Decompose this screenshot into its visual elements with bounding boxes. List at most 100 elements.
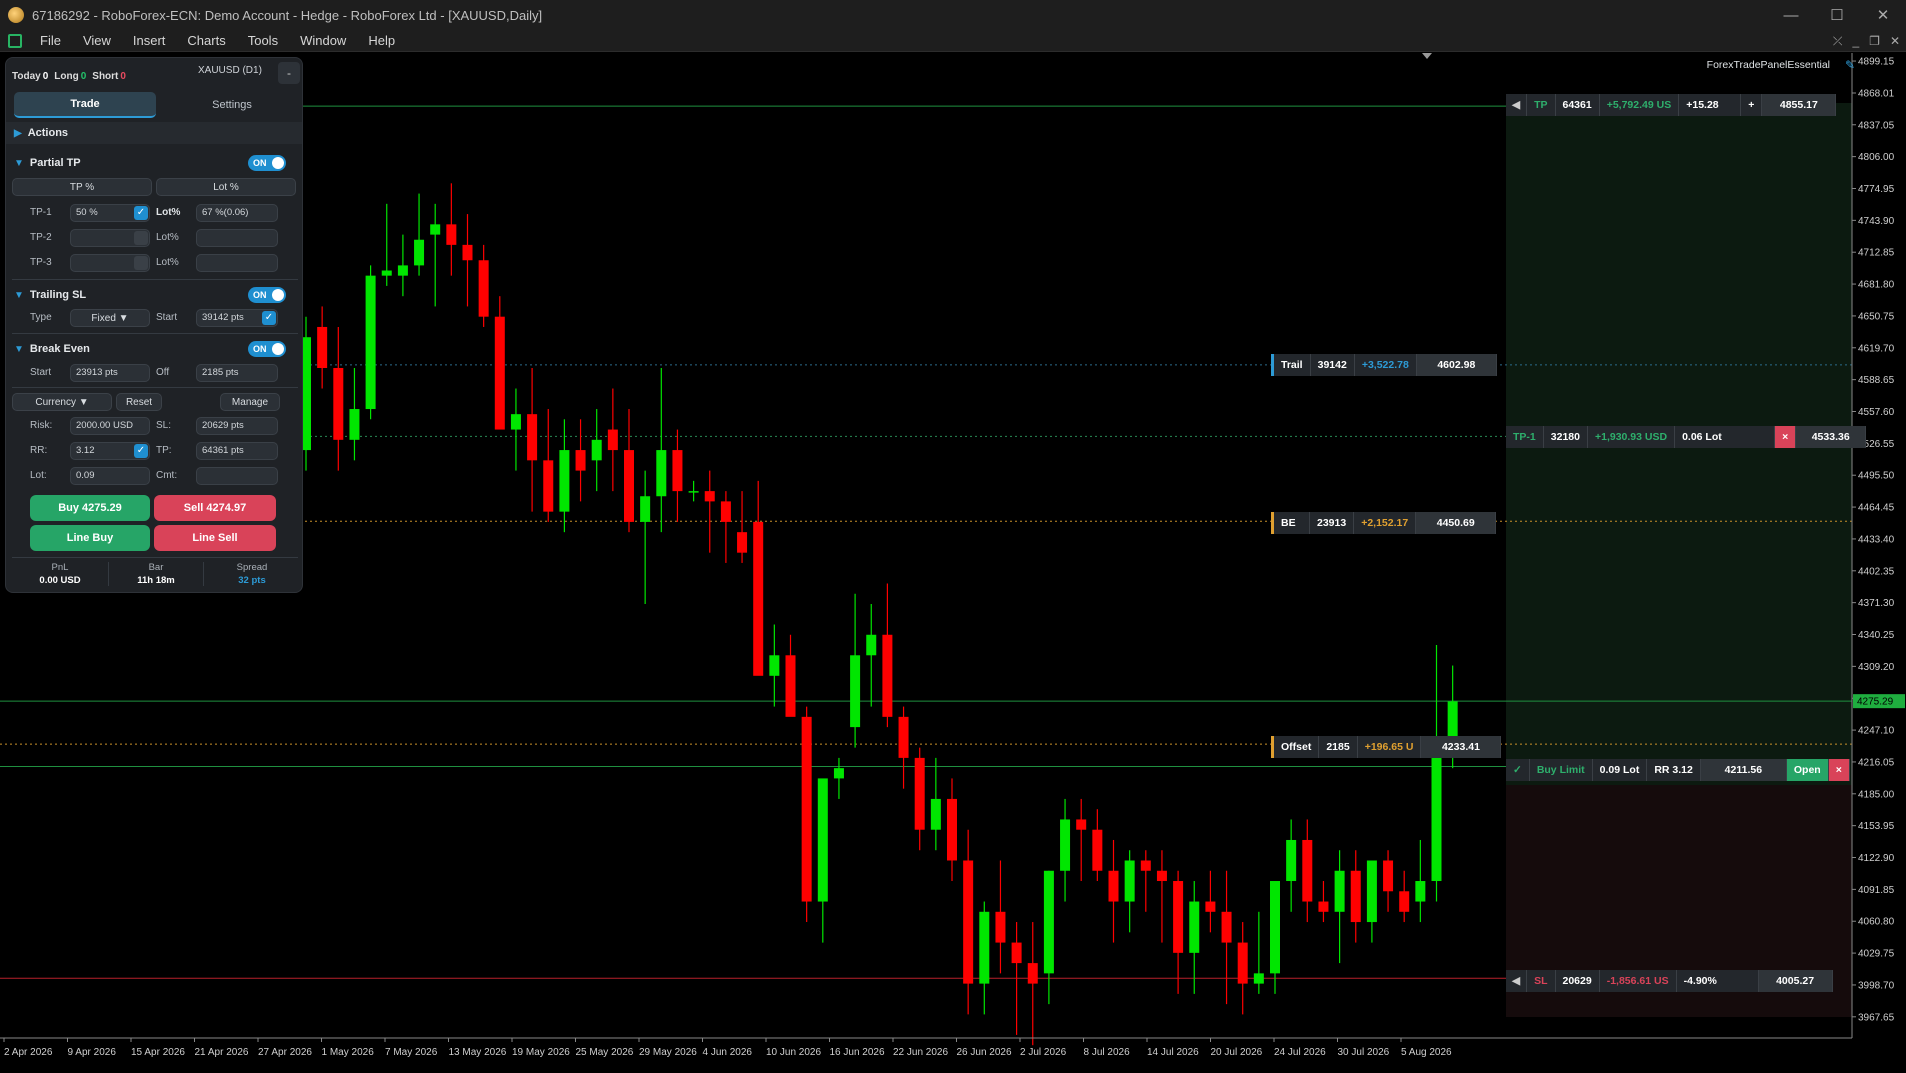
- trailing-sl-section[interactable]: ▼ Trailing SL ON: [6, 284, 302, 306]
- line-buy-button[interactable]: Line Buy: [30, 525, 150, 551]
- pin-icon[interactable]: ⤫: [1833, 34, 1843, 49]
- lot-input[interactable]: 0.09: [70, 467, 150, 485]
- trail-level-label[interactable]: Trail 39142 +3,522.78 4602.98: [1271, 354, 1497, 376]
- candle-body: [446, 224, 457, 245]
- tab-settings[interactable]: Settings: [161, 92, 302, 118]
- tp1-checkbox[interactable]: ✓: [134, 206, 148, 220]
- buy-button[interactable]: Buy 4275.29: [30, 495, 150, 521]
- trail-start-checkbox[interactable]: ✓: [262, 311, 276, 325]
- x-tick-label: 13 May 2026: [449, 1047, 507, 1058]
- candle-body: [850, 655, 861, 728]
- menu-window[interactable]: Window: [292, 33, 360, 48]
- open-order-button[interactable]: Open: [1786, 759, 1829, 781]
- menu-file[interactable]: File: [32, 33, 75, 48]
- candle-body: [333, 367, 344, 440]
- candle-body: [882, 634, 893, 717]
- menu-insert[interactable]: Insert: [125, 33, 180, 48]
- collapse-sl-icon[interactable]: ◀: [1506, 970, 1528, 992]
- reset-button[interactable]: Reset: [116, 393, 162, 411]
- tp2-lot-input[interactable]: [196, 229, 278, 247]
- minimize-panel-button[interactable]: -: [278, 62, 300, 84]
- break-even-section[interactable]: ▼ Break Even ON: [6, 338, 302, 360]
- candle-body: [414, 239, 425, 266]
- chart-menu-icon[interactable]: [8, 33, 22, 48]
- candle-body: [1027, 963, 1038, 984]
- candle-body: [494, 316, 505, 430]
- candle-body: [527, 414, 538, 461]
- y-tick-label: 4122.90: [1858, 853, 1895, 864]
- currency-dropdown[interactable]: Currency ▼: [12, 393, 112, 411]
- candle-body: [1286, 839, 1297, 882]
- cancel-order-button[interactable]: ×: [1828, 759, 1850, 781]
- partial-tp-toggle[interactable]: ON: [248, 155, 286, 171]
- trailing-sl-toggle[interactable]: ON: [248, 287, 286, 303]
- tp3-lot-input[interactable]: [196, 254, 278, 272]
- comment-input[interactable]: [196, 467, 278, 485]
- sl-level-label[interactable]: ◀ SL 20629 -1,856.61 US -4.90% 4005.27: [1506, 970, 1833, 992]
- tp1-lot-input[interactable]: 67 %(0.06): [196, 204, 278, 222]
- tp-level-label[interactable]: ◀ TP 64361 +5,792.49 US +15.28 + 4855.17: [1506, 94, 1837, 116]
- be-start-input[interactable]: 23913 pts: [70, 364, 150, 382]
- close-icon[interactable]: ✕: [1860, 0, 1906, 30]
- y-tick-label: 4216.05: [1858, 757, 1895, 768]
- actions-section[interactable]: ▶ Actions: [6, 122, 302, 144]
- partial-tp-section[interactable]: ▼ Partial TP ON: [6, 152, 302, 174]
- sell-button[interactable]: Sell 4274.97: [154, 495, 276, 521]
- candle-body: [607, 429, 618, 451]
- x-tick-label: 15 Apr 2026: [131, 1047, 185, 1058]
- tp3-label: TP-3: [30, 257, 52, 268]
- pending-order-label[interactable]: ✓ Buy Limit 0.09 Lot RR 3.12 4211.56 Ope…: [1506, 759, 1850, 781]
- collapse-icon[interactable]: ◀: [1506, 94, 1528, 116]
- x-tick-label: 4 Jun 2026: [703, 1047, 753, 1058]
- candle-body: [1156, 870, 1167, 882]
- menu-tools[interactable]: Tools: [240, 33, 292, 48]
- sl-input[interactable]: 20629 pts: [196, 417, 278, 435]
- risk-label: Risk:: [30, 420, 53, 431]
- offset-level-label[interactable]: Offset 2185 +196.65 U 4233.41: [1271, 736, 1502, 758]
- mdi-restore-icon[interactable]: ❐: [1869, 34, 1880, 48]
- mdi-close-icon[interactable]: ✕: [1890, 34, 1900, 48]
- minimize-icon[interactable]: —: [1768, 0, 1814, 30]
- mdi-minimize-icon[interactable]: _: [1852, 34, 1859, 48]
- tp1-level-label[interactable]: TP-1 32180 +1,930.93 USD 0.06 Lot × 4533…: [1506, 426, 1867, 448]
- lot-percent-button[interactable]: Lot %: [156, 178, 296, 196]
- tp1-close-button[interactable]: ×: [1775, 426, 1797, 448]
- menu-bar: File View Insert Charts Tools Window Hel…: [0, 30, 1906, 52]
- trail-type-select[interactable]: Fixed ▼: [70, 309, 150, 327]
- risk-input[interactable]: 2000.00 USD: [70, 417, 150, 435]
- y-tick-label: 4247.10: [1858, 726, 1895, 737]
- candle-body: [462, 244, 473, 261]
- maximize-icon[interactable]: ☐: [1814, 0, 1860, 30]
- brand-icon: ✎: [1845, 58, 1855, 72]
- menu-charts[interactable]: Charts: [179, 33, 239, 48]
- break-even-toggle[interactable]: ON: [248, 341, 286, 357]
- menu-help[interactable]: Help: [360, 33, 409, 48]
- rr-checkbox[interactable]: ✓: [134, 444, 148, 458]
- tp3-checkbox[interactable]: [134, 256, 148, 270]
- sl-label: SL:: [156, 420, 172, 431]
- window-title: 67186292 - RoboForex-ECN: Demo Account -…: [32, 7, 543, 23]
- be-level-label[interactable]: BE 23913 +2,152.17 4450.69: [1271, 512, 1497, 534]
- tp2-checkbox[interactable]: [134, 231, 148, 245]
- tp-input[interactable]: 64361 pts: [196, 442, 278, 460]
- manage-button[interactable]: Manage: [220, 393, 280, 411]
- order-check-icon[interactable]: ✓: [1506, 759, 1530, 781]
- be-off-input[interactable]: 2185 pts: [196, 364, 278, 382]
- menu-view[interactable]: View: [75, 33, 125, 48]
- spread-stat: Spread 32 pts: [236, 562, 268, 586]
- collapse-icon: ▼: [14, 289, 24, 301]
- divider: [12, 333, 298, 334]
- y-tick-label: 4899.15: [1858, 57, 1895, 68]
- candle-body: [930, 798, 941, 830]
- x-tick-label: 30 Jul 2026: [1338, 1047, 1390, 1058]
- candle-body: [1124, 860, 1135, 902]
- pnl-stat: PnL 0.00 USD: [39, 562, 81, 586]
- line-sell-button[interactable]: Line Sell: [154, 525, 276, 551]
- candle-body: [640, 496, 651, 522]
- tab-trade[interactable]: Trade: [14, 92, 156, 118]
- x-tick-label: 14 Jul 2026: [1147, 1047, 1199, 1058]
- tp-add-button[interactable]: +: [1741, 94, 1763, 116]
- lot-label: Lot:: [30, 470, 47, 481]
- tp-percent-button[interactable]: TP %: [12, 178, 152, 196]
- tp2-lotpct-label: Lot%: [156, 232, 179, 243]
